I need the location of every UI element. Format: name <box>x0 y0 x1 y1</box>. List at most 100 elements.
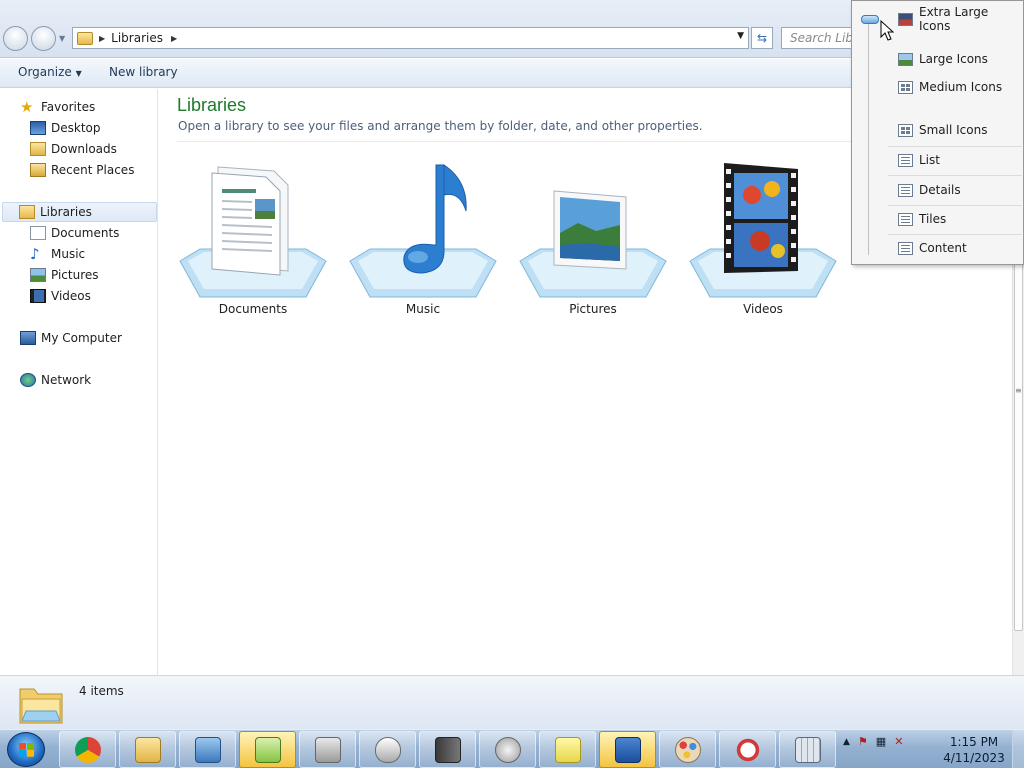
nav-desktop[interactable]: Desktop <box>30 118 101 138</box>
paint-palette-icon <box>674 736 701 763</box>
action-center-flag-icon[interactable]: ⚑ <box>858 735 868 748</box>
clock-date: 4/11/2023 <box>943 751 1005 765</box>
chevron-down-icon: ▼ <box>75 69 82 78</box>
taskbar-printer[interactable] <box>299 731 356 768</box>
music-library-icon <box>349 164 497 298</box>
view-list-label: List <box>919 153 940 167</box>
control-panel-icon <box>194 736 221 763</box>
file-explorer-icon <box>134 736 161 763</box>
nav-recent-places[interactable]: Recent Places <box>30 160 134 180</box>
taskbar-sound[interactable] <box>479 731 536 768</box>
nav-downloads-label: Downloads <box>51 142 117 156</box>
taskbar-remote-desktop[interactable] <box>599 731 656 768</box>
taskbar-chrome[interactable] <box>59 731 116 768</box>
videos-filmstrip-icon <box>30 289 46 303</box>
taskbar-paint[interactable] <box>659 731 716 768</box>
forward-button[interactable] <box>31 26 56 51</box>
library-tile-videos[interactable]: Videos <box>688 161 838 321</box>
taskbar-snipping-tool[interactable] <box>719 731 776 768</box>
organize-button[interactable]: Organize ▼ <box>18 65 82 79</box>
show-hidden-icons-arrow[interactable]: ▲ <box>843 737 850 747</box>
taskbar-calculator[interactable] <box>779 731 836 768</box>
view-medium-icons-label: Medium Icons <box>919 80 1003 94</box>
pictures-icon <box>30 268 46 282</box>
clock-time: 1:15 PM <box>949 735 999 749</box>
back-button[interactable] <box>3 26 28 51</box>
scroll-grip-icon: ≡ <box>1015 386 1022 395</box>
crumb-arrow-icon[interactable]: ▶ <box>171 34 177 43</box>
desktop-icon <box>30 121 46 135</box>
volume-muted-icon[interactable]: ✕ <box>894 735 903 748</box>
crumb-root-arrow[interactable]: ▶ <box>99 34 105 43</box>
view-extra-large-icons-label: Extra Large Icons <box>919 5 989 33</box>
library-label-documents: Documents <box>218 302 288 316</box>
recent-pages-dropdown[interactable]: ▼ <box>59 34 65 43</box>
libraries-large-folder-icon <box>19 688 63 724</box>
library-tile-pictures[interactable]: Pictures <box>518 161 668 321</box>
view-extra-large-icons[interactable]: Extra Large Icons <box>888 5 1022 33</box>
taskbar-clock[interactable]: 1:15 PM 4/11/2023 <box>938 734 1010 766</box>
view-details-label: Details <box>919 183 961 197</box>
address-field[interactable]: ▶ Libraries ▶ ▼ <box>72 27 749 49</box>
pictures-library-icon <box>519 190 667 298</box>
view-tiles[interactable]: Tiles <box>888 208 1022 230</box>
libraries-icon <box>19 205 35 219</box>
show-desktop-button[interactable] <box>1012 730 1024 768</box>
view-list[interactable]: List <box>888 149 1022 171</box>
printer-icon <box>314 736 341 763</box>
nav-libraries[interactable]: Libraries <box>2 202 157 222</box>
snipping-tool-icon <box>734 736 761 763</box>
nav-music[interactable]: ♪ Music <box>30 244 85 264</box>
notepad-plus-icon <box>254 736 281 763</box>
taskbar-explorer[interactable] <box>119 731 176 768</box>
library-tile-documents[interactable]: Documents <box>178 161 328 321</box>
nav-libraries-label: Libraries <box>40 205 92 219</box>
nav-videos[interactable]: Videos <box>30 286 91 306</box>
server-icon <box>434 736 461 763</box>
taskbar-mouse[interactable] <box>359 731 416 768</box>
view-slider-track[interactable] <box>868 19 869 255</box>
library-tile-music[interactable]: Music <box>348 161 498 321</box>
nav-pictures-label: Pictures <box>51 268 99 282</box>
nav-network[interactable]: Network <box>20 370 91 390</box>
search-input[interactable]: Search Libraries <box>781 27 861 49</box>
nav-favorites-label: Favorites <box>41 100 96 114</box>
new-library-button[interactable]: New library <box>109 65 178 79</box>
taskbar-control-panel[interactable] <box>179 731 236 768</box>
view-slider-thumb[interactable] <box>861 15 879 24</box>
nav-downloads[interactable]: Downloads <box>30 139 117 159</box>
view-medium-icons[interactable]: Medium Icons <box>888 76 1022 98</box>
breadcrumb-libraries[interactable]: Libraries <box>111 31 163 45</box>
view-content[interactable]: Content <box>888 237 1022 259</box>
network-status-icon[interactable]: ▦ <box>876 735 886 748</box>
taskbar-sticky-notes[interactable] <box>539 731 596 768</box>
list-icon <box>898 153 913 167</box>
nav-music-label: Music <box>51 247 86 261</box>
address-history-dropdown[interactable]: ▼ <box>737 31 744 41</box>
refresh-icon: ⇆ <box>756 31 768 45</box>
view-large-icons[interactable]: Large Icons <box>888 48 1022 70</box>
refresh-button[interactable]: ⇆ <box>751 27 773 49</box>
remote-desktop-icon <box>614 736 641 763</box>
page-title: Libraries <box>177 95 247 115</box>
nav-favorites[interactable]: ★ Favorites <box>20 97 95 117</box>
navigation-pane: ★ Favorites Desktop Downloads Recent Pla… <box>0 89 158 675</box>
nav-documents[interactable]: Documents <box>30 223 119 243</box>
view-large-icons-label: Large Icons <box>919 52 988 66</box>
speaker-icon <box>494 736 521 763</box>
nav-pictures[interactable]: Pictures <box>30 265 99 285</box>
start-button[interactable] <box>7 732 45 767</box>
nav-network-label: Network <box>41 373 92 387</box>
menu-separator <box>888 205 1022 206</box>
content-icon <box>898 241 913 255</box>
library-label-videos: Videos <box>743 302 783 316</box>
documents-library-icon <box>179 166 327 298</box>
taskbar-notepadpp[interactable] <box>239 731 296 768</box>
menu-separator <box>888 175 1022 176</box>
downloads-folder-icon <box>30 142 46 156</box>
view-small-icons[interactable]: Small Icons <box>888 119 1022 141</box>
nav-my-computer[interactable]: My Computer <box>20 328 122 348</box>
taskbar-server[interactable] <box>419 731 476 768</box>
computer-icon <box>20 331 36 345</box>
view-details[interactable]: Details <box>888 179 1022 201</box>
